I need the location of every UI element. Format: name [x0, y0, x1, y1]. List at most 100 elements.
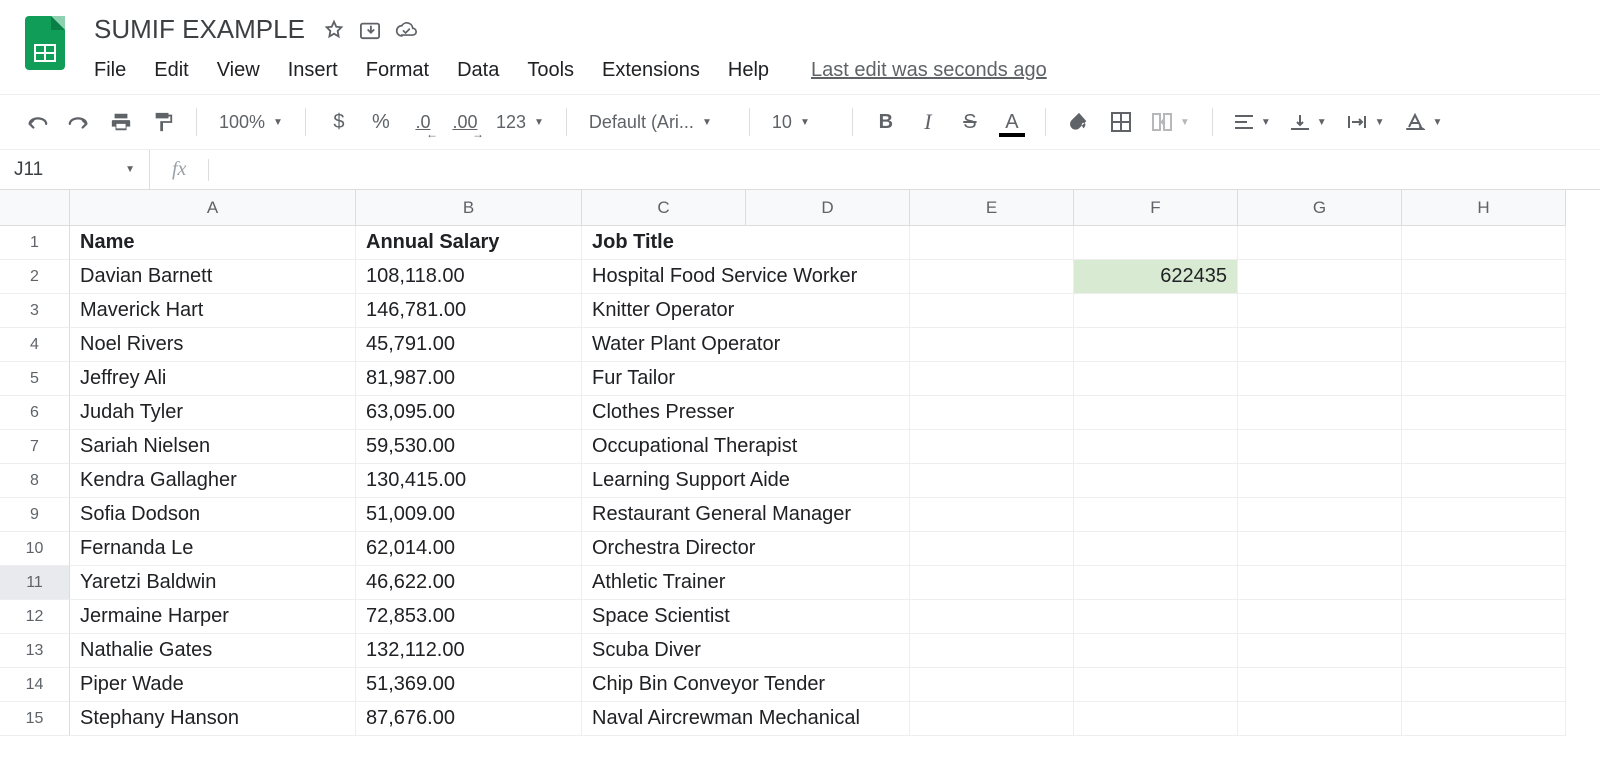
- decrease-decimal-button[interactable]: .0 ←: [406, 105, 440, 139]
- menu-data[interactable]: Data: [457, 59, 499, 82]
- cell-A5[interactable]: Jeffrey Ali: [70, 362, 356, 396]
- cell-E14[interactable]: [910, 668, 1074, 702]
- cell-E1[interactable]: [910, 226, 1074, 260]
- cell-B9[interactable]: 51,009.00: [356, 498, 582, 532]
- borders-button[interactable]: [1104, 105, 1138, 139]
- zoom-dropdown[interactable]: 100% ▼: [213, 112, 289, 133]
- formula-input[interactable]: [209, 150, 1600, 189]
- cell-B3[interactable]: 146,781.00: [356, 294, 582, 328]
- cell-C14[interactable]: Chip Bin Conveyor Tender: [582, 668, 910, 702]
- cell-F12[interactable]: [1074, 600, 1238, 634]
- cell-G11[interactable]: [1238, 566, 1402, 600]
- menu-format[interactable]: Format: [366, 59, 429, 82]
- move-icon[interactable]: [359, 19, 381, 41]
- cell-E11[interactable]: [910, 566, 1074, 600]
- format-currency-button[interactable]: $: [322, 105, 356, 139]
- column-header-C[interactable]: C: [582, 190, 746, 226]
- cell-B12[interactable]: 72,853.00: [356, 600, 582, 634]
- cell-A3[interactable]: Maverick Hart: [70, 294, 356, 328]
- star-icon[interactable]: [323, 19, 345, 41]
- row-header-5[interactable]: 5: [0, 362, 70, 396]
- select-all-corner[interactable]: [0, 190, 70, 226]
- cell-C5[interactable]: Fur Tailor: [582, 362, 910, 396]
- cell-H6[interactable]: [1402, 396, 1566, 430]
- cell-H5[interactable]: [1402, 362, 1566, 396]
- cell-A9[interactable]: Sofia Dodson: [70, 498, 356, 532]
- cell-E5[interactable]: [910, 362, 1074, 396]
- cell-F15[interactable]: [1074, 702, 1238, 736]
- cell-G9[interactable]: [1238, 498, 1402, 532]
- cell-H10[interactable]: [1402, 532, 1566, 566]
- cell-B1[interactable]: Annual Salary: [356, 226, 582, 260]
- cell-G10[interactable]: [1238, 532, 1402, 566]
- cell-A14[interactable]: Piper Wade: [70, 668, 356, 702]
- cell-H2[interactable]: [1402, 260, 1566, 294]
- cell-B2[interactable]: 108,118.00: [356, 260, 582, 294]
- column-header-G[interactable]: G: [1238, 190, 1402, 226]
- column-header-A[interactable]: A: [70, 190, 356, 226]
- cell-F5[interactable]: [1074, 362, 1238, 396]
- bold-button[interactable]: B: [869, 105, 903, 139]
- number-format-dropdown[interactable]: 123 ▼: [490, 112, 550, 133]
- row-header-13[interactable]: 13: [0, 634, 70, 668]
- cell-B11[interactable]: 46,622.00: [356, 566, 582, 600]
- paint-format-button[interactable]: [146, 105, 180, 139]
- cell-G2[interactable]: [1238, 260, 1402, 294]
- menu-insert[interactable]: Insert: [288, 59, 338, 82]
- cell-H1[interactable]: [1402, 226, 1566, 260]
- cell-A13[interactable]: Nathalie Gates: [70, 634, 356, 668]
- cell-E4[interactable]: [910, 328, 1074, 362]
- cell-G15[interactable]: [1238, 702, 1402, 736]
- cell-F3[interactable]: [1074, 294, 1238, 328]
- cell-E12[interactable]: [910, 600, 1074, 634]
- cell-B14[interactable]: 51,369.00: [356, 668, 582, 702]
- cell-E15[interactable]: [910, 702, 1074, 736]
- cell-A11[interactable]: Yaretzi Baldwin: [70, 566, 356, 600]
- cell-G13[interactable]: [1238, 634, 1402, 668]
- font-size-dropdown[interactable]: 10 ▼: [766, 112, 836, 133]
- increase-decimal-button[interactable]: .00 →: [448, 105, 482, 139]
- horizontal-align-dropdown[interactable]: ▼: [1229, 114, 1277, 130]
- cell-C12[interactable]: Space Scientist: [582, 600, 910, 634]
- cell-C4[interactable]: Water Plant Operator: [582, 328, 910, 362]
- row-header-7[interactable]: 7: [0, 430, 70, 464]
- cell-B10[interactable]: 62,014.00: [356, 532, 582, 566]
- cell-C13[interactable]: Scuba Diver: [582, 634, 910, 668]
- cell-A12[interactable]: Jermaine Harper: [70, 600, 356, 634]
- cell-C8[interactable]: Learning Support Aide: [582, 464, 910, 498]
- row-header-8[interactable]: 8: [0, 464, 70, 498]
- cell-C9[interactable]: Restaurant General Manager: [582, 498, 910, 532]
- cell-B5[interactable]: 81,987.00: [356, 362, 582, 396]
- cell-E3[interactable]: [910, 294, 1074, 328]
- cell-C7[interactable]: Occupational Therapist: [582, 430, 910, 464]
- row-header-15[interactable]: 15: [0, 702, 70, 736]
- cell-H7[interactable]: [1402, 430, 1566, 464]
- cell-A4[interactable]: Noel Rivers: [70, 328, 356, 362]
- cell-F8[interactable]: [1074, 464, 1238, 498]
- cell-G6[interactable]: [1238, 396, 1402, 430]
- cell-H11[interactable]: [1402, 566, 1566, 600]
- cell-A1[interactable]: Name: [70, 226, 356, 260]
- column-header-H[interactable]: H: [1402, 190, 1566, 226]
- column-header-D[interactable]: D: [746, 190, 910, 226]
- vertical-align-dropdown[interactable]: ▼: [1285, 113, 1333, 131]
- text-rotation-dropdown[interactable]: ▼: [1399, 113, 1449, 131]
- redo-button[interactable]: [62, 105, 96, 139]
- cell-B7[interactable]: 59,530.00: [356, 430, 582, 464]
- column-header-E[interactable]: E: [910, 190, 1074, 226]
- cell-E2[interactable]: [910, 260, 1074, 294]
- cell-F4[interactable]: [1074, 328, 1238, 362]
- cell-B15[interactable]: 87,676.00: [356, 702, 582, 736]
- name-box[interactable]: J11 ▼: [0, 150, 150, 189]
- cell-A8[interactable]: Kendra Gallagher: [70, 464, 356, 498]
- cell-C10[interactable]: Orchestra Director: [582, 532, 910, 566]
- last-edit-link[interactable]: Last edit was seconds ago: [811, 59, 1047, 82]
- cell-E8[interactable]: [910, 464, 1074, 498]
- cell-H14[interactable]: [1402, 668, 1566, 702]
- row-header-3[interactable]: 3: [0, 294, 70, 328]
- column-header-B[interactable]: B: [356, 190, 582, 226]
- cell-E10[interactable]: [910, 532, 1074, 566]
- cell-F11[interactable]: [1074, 566, 1238, 600]
- menu-view[interactable]: View: [217, 59, 260, 82]
- app-logo[interactable]: [20, 10, 70, 76]
